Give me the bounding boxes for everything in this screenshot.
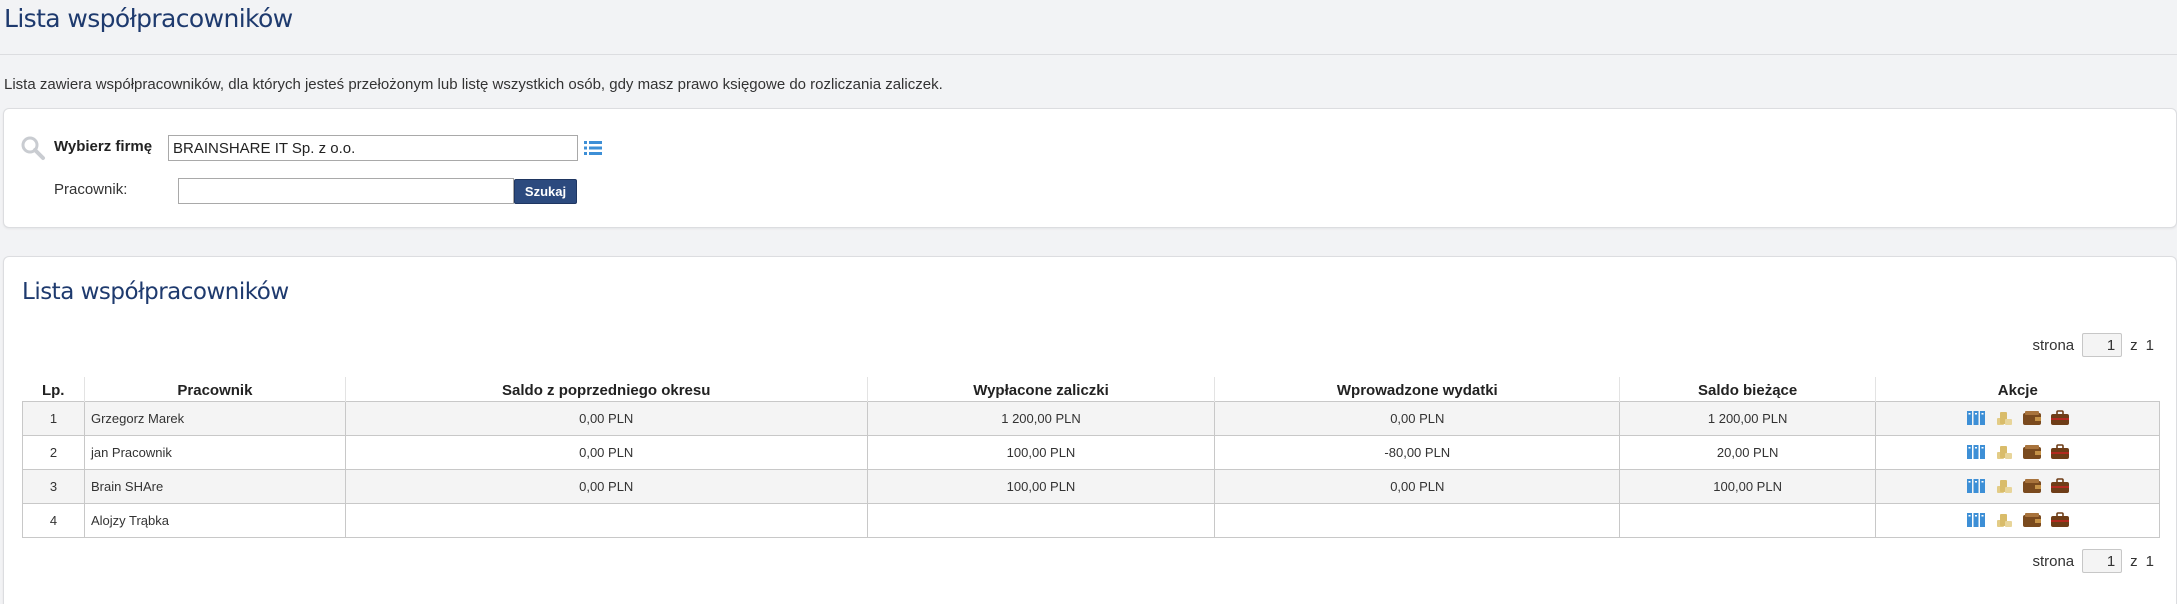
employee-table: Lp. Pracownik Saldo z poprzedniego okres… — [22, 377, 2160, 538]
coins-icon[interactable] — [1994, 478, 2014, 494]
column-header-lp: Lp. — [41, 381, 65, 399]
cell-actions — [1875, 400, 2160, 436]
cell-expenses — [1214, 502, 1621, 538]
documents-icon[interactable] — [1966, 478, 1986, 494]
wallet-icon[interactable] — [2022, 410, 2042, 426]
documents-icon[interactable] — [1966, 512, 1986, 528]
cell-expenses: 0,00 PLN — [1214, 468, 1621, 504]
pager-of-label: z — [2130, 552, 2138, 570]
page-title: Lista współpracowników — [4, 4, 293, 33]
search-button[interactable]: Szukaj — [514, 179, 577, 204]
list-icon[interactable] — [582, 138, 604, 158]
pager-bottom: strona z 1 — [2032, 549, 2154, 573]
page-number-input[interactable] — [2082, 333, 2123, 357]
briefcase-icon[interactable] — [2050, 410, 2070, 426]
column-header-prev-balance: Saldo z poprzedniego okresu — [344, 377, 868, 401]
page-number-input[interactable] — [2082, 549, 2123, 573]
wallet-icon[interactable] — [2022, 512, 2042, 528]
briefcase-icon[interactable] — [2050, 444, 2070, 460]
cell-employee-name: Alojzy Trąbka — [83, 502, 346, 538]
documents-icon[interactable] — [1966, 410, 1986, 426]
cell-advances: 100,00 PLN — [866, 468, 1216, 504]
title-divider — [0, 54, 2177, 55]
employee-list-panel: Lista współpracowników strona z 1 Lp. Pr… — [3, 256, 2177, 604]
cell-lp: 3 — [22, 468, 85, 504]
pager-of-label: z — [2130, 336, 2138, 354]
pager-total: 1 — [2145, 336, 2154, 354]
table-row: 4 Alojzy Trąbka — [22, 502, 2160, 538]
employee-label: Pracownik: — [54, 181, 128, 198]
cell-advances: 1 200,00 PLN — [866, 400, 1216, 436]
cell-actions — [1875, 434, 2160, 470]
table-row: 2 jan Pracownik 0,00 PLN 100,00 PLN -80,00 P… — [22, 434, 2160, 470]
page-intro: Lista zawiera współpracowników, dla któr… — [4, 76, 943, 93]
cell-lp: 1 — [22, 400, 85, 436]
employee-input[interactable] — [178, 178, 514, 204]
table-row: 3 Brain SHAre 0,00 PLN 100,00 PLN 0,00 PLN 10… — [22, 468, 2160, 504]
cell-advances — [866, 502, 1216, 538]
cell-employee-name: Grzegorz Marek — [83, 400, 346, 436]
search-icon — [21, 136, 45, 160]
cell-actions — [1875, 468, 2160, 504]
cell-prev-balance: 0,00 PLN — [344, 434, 868, 470]
column-header-actions: Akcje — [1875, 377, 2160, 401]
cell-lp: 4 — [22, 502, 85, 538]
cell-prev-balance: 0,00 PLN — [344, 400, 868, 436]
pager-top: strona z 1 — [2032, 333, 2154, 357]
cell-prev-balance: 0,00 PLN — [344, 468, 868, 504]
cell-advances: 100,00 PLN — [866, 434, 1216, 470]
company-input[interactable] — [168, 135, 578, 161]
column-header-advances: Wypłacone zaliczki — [866, 377, 1215, 401]
coins-icon[interactable] — [1994, 410, 2014, 426]
filter-panel: Wybierz firmę Pracownik: Szukaj — [3, 108, 2177, 228]
table-header-row: Lp. Pracownik Saldo z poprzedniego okres… — [23, 377, 2160, 401]
wallet-icon[interactable] — [2022, 444, 2042, 460]
column-header-employee: Pracownik — [83, 377, 346, 401]
cell-expenses: 0,00 PLN — [1214, 400, 1621, 436]
briefcase-icon[interactable] — [2050, 478, 2070, 494]
cell-current-balance — [1619, 502, 1877, 538]
wallet-icon[interactable] — [2022, 478, 2042, 494]
cell-employee-name: Brain SHAre — [83, 468, 346, 504]
company-label: Wybierz firmę — [54, 138, 153, 155]
pager-total: 1 — [2145, 552, 2154, 570]
column-header-current-balance: Saldo bieżące — [1619, 377, 1876, 401]
coins-icon[interactable] — [1994, 512, 2014, 528]
briefcase-icon[interactable] — [2050, 512, 2070, 528]
documents-icon[interactable] — [1966, 444, 1986, 460]
cell-employee-name: jan Pracownik — [83, 434, 346, 470]
cell-current-balance: 20,00 PLN — [1619, 434, 1877, 470]
coins-icon[interactable] — [1994, 444, 2014, 460]
cell-prev-balance — [344, 502, 868, 538]
cell-actions — [1875, 502, 2160, 538]
table-row: 1 Grzegorz Marek 0,00 PLN 1 200,00 PLN 0,00 … — [22, 400, 2160, 436]
cell-lp: 2 — [22, 434, 85, 470]
cell-current-balance: 100,00 PLN — [1619, 468, 1877, 504]
pager-label: strona — [2032, 336, 2075, 354]
cell-current-balance: 1 200,00 PLN — [1619, 400, 1877, 436]
column-header-expenses: Wprowadzone wydatki — [1214, 377, 1620, 401]
list-title: Lista współpracowników — [22, 279, 289, 305]
pager-label: strona — [2032, 552, 2075, 570]
cell-expenses: -80,00 PLN — [1214, 434, 1621, 470]
